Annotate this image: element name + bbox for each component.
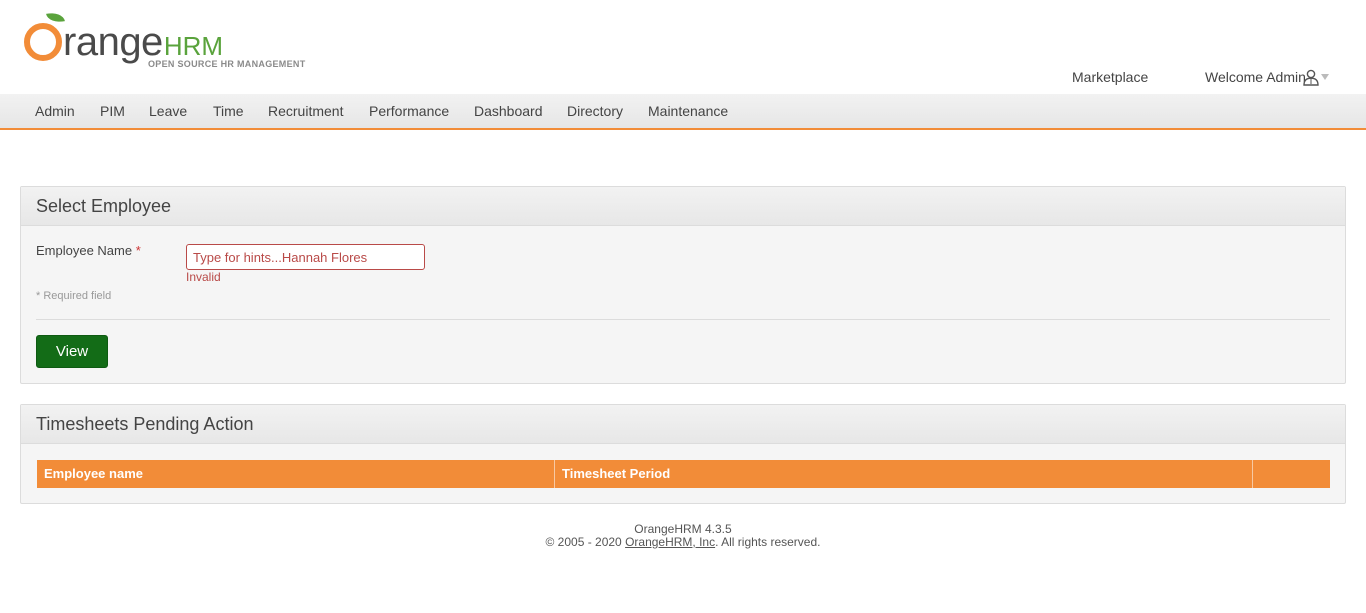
menu-recruitment[interactable]: Recruitment bbox=[268, 103, 343, 119]
caret-down-icon[interactable] bbox=[1321, 74, 1329, 80]
user-icon[interactable] bbox=[1302, 68, 1320, 86]
pending-table-header: Employee name Timesheet Period bbox=[37, 460, 1330, 488]
copyright-prefix: © 2005 - 2020 bbox=[545, 535, 622, 549]
copyright-suffix: . All rights reserved. bbox=[715, 535, 821, 549]
required-star: * bbox=[135, 243, 141, 258]
column-actions bbox=[1253, 460, 1330, 488]
orange-logo-icon bbox=[24, 10, 65, 61]
select-employee-panel: Select Employee Employee Name * Invalid … bbox=[20, 186, 1346, 384]
required-field-note: * Required field bbox=[36, 290, 112, 302]
menu-maintenance[interactable]: Maintenance bbox=[648, 103, 728, 119]
orangehrm-logo[interactable]: rangeHRM OPEN SOURCE HR MANAGEMENT bbox=[24, 10, 314, 74]
select-employee-title: Select Employee bbox=[21, 187, 1345, 226]
column-employee-name: Employee name bbox=[37, 460, 555, 488]
logo-tagline: OPEN SOURCE HR MANAGEMENT bbox=[148, 59, 306, 69]
employee-name-label: Employee Name * bbox=[36, 243, 141, 258]
form-divider bbox=[36, 319, 1330, 320]
employee-name-input[interactable] bbox=[186, 244, 425, 270]
orangehrm-inc-link[interactable]: OrangeHRM, Inc bbox=[625, 535, 715, 549]
timesheets-pending-title: Timesheets Pending Action bbox=[21, 405, 1345, 444]
column-timesheet-period: Timesheet Period bbox=[555, 460, 1253, 488]
footer-copyright: © 2005 - 2020 OrangeHRM, Inc. All rights… bbox=[0, 536, 1366, 549]
footer: OrangeHRM 4.3.5 © 2005 - 2020 OrangeHRM,… bbox=[0, 523, 1366, 549]
menu-directory[interactable]: Directory bbox=[567, 103, 623, 119]
menu-time[interactable]: Time bbox=[213, 103, 244, 119]
main-menu: Admin PIM Leave Time Recruitment Perform… bbox=[0, 94, 1366, 130]
menu-dashboard[interactable]: Dashboard bbox=[474, 103, 543, 119]
menu-leave[interactable]: Leave bbox=[149, 103, 187, 119]
employee-name-label-text: Employee Name bbox=[36, 243, 133, 258]
header: rangeHRM OPEN SOURCE HR MANAGEMENT Marke… bbox=[0, 0, 1366, 95]
welcome-menu[interactable]: Welcome Admin bbox=[1205, 69, 1306, 85]
marketplace-link[interactable]: Marketplace bbox=[1072, 69, 1148, 85]
timesheets-pending-panel: Timesheets Pending Action Employee name … bbox=[20, 404, 1346, 504]
validation-error: Invalid bbox=[186, 270, 221, 284]
menu-pim[interactable]: PIM bbox=[100, 103, 125, 119]
menu-performance[interactable]: Performance bbox=[369, 103, 449, 119]
logo-hrm-text: HRM bbox=[163, 31, 224, 61]
view-button[interactable]: View bbox=[36, 335, 108, 368]
menu-admin[interactable]: Admin bbox=[35, 103, 75, 119]
logo-text: range bbox=[63, 20, 163, 64]
